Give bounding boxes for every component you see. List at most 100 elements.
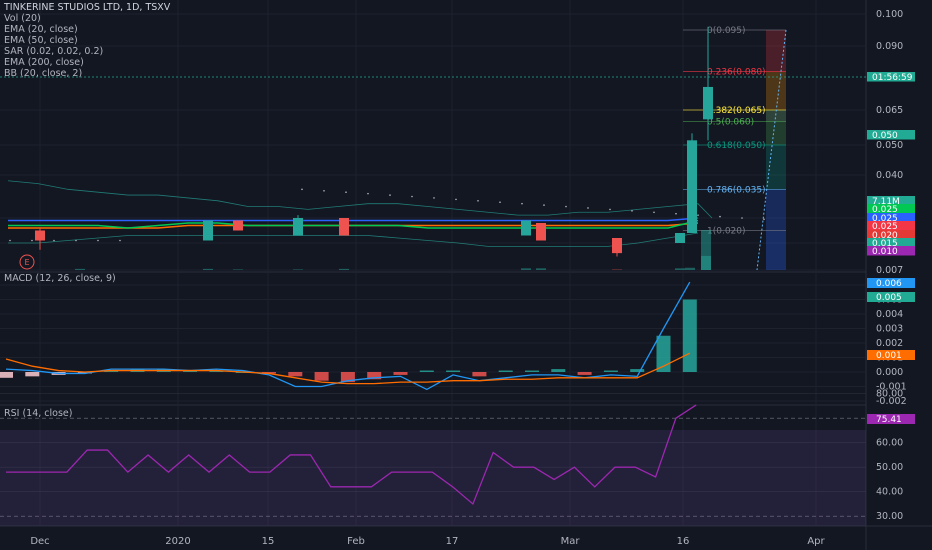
sar-dot (609, 208, 611, 211)
sar-dot (521, 202, 523, 205)
candle-body (233, 220, 243, 231)
time-axis-label: Dec (30, 536, 49, 547)
sar-dot (543, 204, 545, 206)
sar-dot (97, 239, 99, 242)
rsi-tick-label: 30.00 (876, 511, 903, 522)
earnings-event-badge[interactable]: E (19, 254, 35, 270)
rsi-legend[interactable]: RSI (14, close) (4, 408, 72, 419)
time-axis-label: 16 (677, 536, 690, 547)
sar-dot (301, 188, 303, 191)
volume-bar (685, 267, 695, 270)
price-axis[interactable]: 0.1000.0900.0650.0500.0400.0250.0150.007… (876, 9, 907, 522)
candle-body (35, 230, 45, 241)
volume-bar (612, 269, 622, 270)
indicator-ema200[interactable]: EMA (200, close) (4, 57, 170, 68)
sar-dot (433, 197, 435, 199)
macd-histogram-bar (551, 369, 566, 372)
sar-dot (345, 191, 347, 193)
rsi-tick-label: 50.00 (876, 462, 903, 473)
rsi-band (0, 430, 866, 526)
macd-tick-label: 0.002 (876, 338, 903, 349)
macd-tick-label: 0.003 (876, 324, 903, 335)
macd-value-badge-text: 0.005 (876, 293, 902, 303)
time-axis[interactable]: Dec 2020 15 Feb 17 Mar 16 Apr (30, 536, 825, 547)
indicator-ema20[interactable]: EMA (20, close) (4, 24, 170, 35)
volume-bar (75, 268, 85, 270)
time-axis-label: Apr (807, 536, 825, 547)
fib-level-label: 0(0.095) (707, 26, 746, 36)
macd-pane[interactable] (0, 281, 697, 391)
fib-zone (766, 110, 786, 122)
chart-canvas[interactable]: 0(0.095) 0.236(0.080) 0.382(0.065) 0.5(0.06… (0, 0, 932, 550)
sar-dot (477, 200, 479, 202)
symbol-title[interactable]: TINKERINE STUDIOS LTD, 1D, TSXV (4, 2, 170, 13)
volume-bar (701, 230, 711, 270)
volume-bar (293, 269, 303, 270)
fib-zone (766, 230, 786, 270)
candle-body (675, 233, 685, 243)
candle-body (339, 218, 349, 236)
volume-bar (233, 269, 243, 270)
parabolic-sar-dots (9, 188, 765, 242)
sar-dot (119, 239, 121, 242)
price-badge-text: 01:56:59 (872, 73, 913, 83)
macd-legend[interactable]: MACD (12, 26, close, 9) (4, 273, 116, 284)
macd-histogram-bar (603, 370, 618, 372)
rsi-value-badge-text: 75.41 (876, 415, 902, 425)
bollinger-bands (7, 180, 713, 247)
ema-lines (8, 217, 699, 229)
macd-histogram-bar (288, 372, 303, 377)
rsi-tick-label: 60.00 (876, 438, 903, 449)
sar-dot (697, 214, 699, 216)
price-badge-text: 0.010 (872, 247, 898, 257)
sar-dot (75, 239, 77, 242)
fib-level-label: 0.5(0.060) (707, 118, 754, 128)
fib-level-label: 0.382(0.065) (707, 106, 766, 116)
sar-dot (367, 192, 369, 195)
indicator-sar[interactable]: SAR (0.02, 0.02, 0.2) (4, 46, 170, 57)
price-tick-label: 0.050 (876, 140, 903, 151)
volume-bar (521, 268, 531, 270)
candle-body (703, 86, 713, 120)
fib-zone (766, 145, 786, 190)
sar-dot (741, 217, 743, 219)
bb-upper (7, 180, 713, 219)
sar-dot (653, 211, 655, 214)
indicator-ema50[interactable]: EMA (50, close) (4, 35, 170, 46)
main-legend: TINKERINE STUDIOS LTD, 1D, TSXV Vol (20)… (4, 2, 170, 79)
volume-bar (675, 268, 685, 270)
time-axis-label: Mar (561, 536, 581, 547)
candle-body (203, 220, 213, 241)
candle-body (687, 140, 697, 233)
sar-dot (675, 212, 677, 215)
price-tick-label: 0.090 (876, 41, 903, 52)
fib-level-label: 1(0.020) (707, 227, 746, 237)
price-tick-label: 0.007 (876, 265, 903, 276)
macd-histogram-bar (446, 370, 461, 372)
time-axis-label: 15 (262, 536, 275, 547)
sar-dot (389, 194, 391, 196)
macd-tick-label: 0.000 (876, 367, 903, 378)
macd-value-badge-text: 0.001 (876, 351, 902, 361)
candle-body (536, 223, 546, 241)
macd-histogram-bar (314, 372, 329, 381)
bb-lower (8, 232, 699, 247)
sar-dot (499, 201, 501, 204)
indicator-vol[interactable]: Vol (20) (4, 13, 170, 24)
sar-dot (31, 239, 33, 242)
price-badge-text: 0.050 (872, 131, 898, 141)
macd-histogram-bar (525, 370, 539, 372)
volume-bar (203, 268, 213, 270)
earnings-event-label: E (24, 258, 29, 267)
sar-dot (455, 198, 457, 201)
candle-body (521, 220, 531, 236)
macd-histogram-bar (498, 370, 513, 372)
ema20-line (8, 219, 699, 229)
price-tick-label: 0.040 (876, 170, 903, 181)
fib-level-label: 0.236(0.080) (707, 68, 766, 78)
candle-body (612, 238, 622, 254)
indicator-bb[interactable]: BB (20, close, 2) (4, 68, 170, 79)
sar-dot (411, 195, 413, 198)
sar-dot (323, 189, 325, 192)
fib-level-label: 0.618(0.050) (707, 141, 766, 151)
